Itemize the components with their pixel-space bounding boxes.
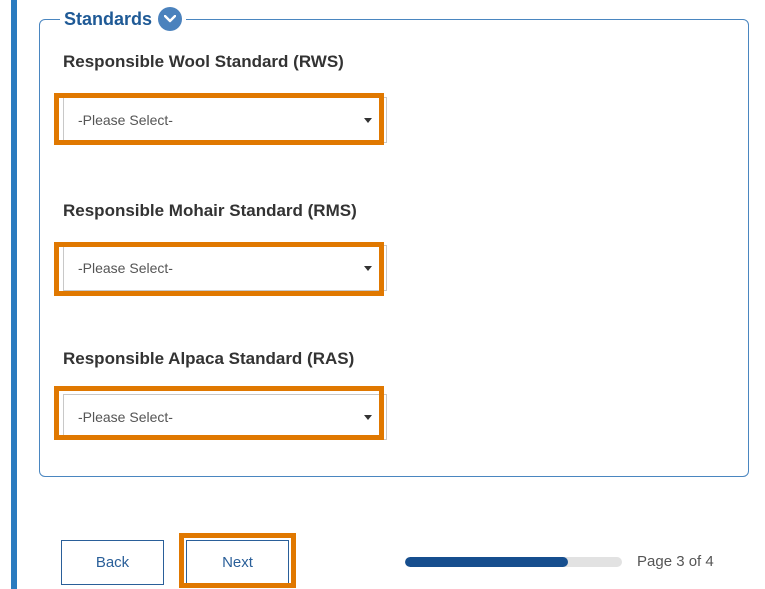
rws-select[interactable]: -Please Select- bbox=[63, 97, 387, 143]
progress-bar-fill bbox=[405, 557, 568, 567]
caret-down-icon bbox=[364, 415, 372, 420]
progress-bar bbox=[405, 557, 622, 567]
ras-label: Responsible Alpaca Standard (RAS) bbox=[63, 349, 355, 368]
rms-select[interactable]: -Please Select- bbox=[63, 245, 387, 291]
ras-select[interactable]: -Please Select- bbox=[63, 394, 387, 440]
rms-label: Responsible Mohair Standard (RMS) bbox=[63, 201, 357, 220]
section-title: Standards bbox=[64, 8, 153, 29]
rms-select-value: -Please Select- bbox=[78, 260, 173, 276]
left-accent-bar bbox=[11, 0, 17, 589]
page-indicator: Page 3 of 4 bbox=[637, 553, 714, 570]
ras-select-value: -Please Select- bbox=[78, 409, 173, 425]
standards-legend[interactable]: Standards bbox=[60, 4, 187, 34]
next-button[interactable]: Next bbox=[186, 540, 289, 585]
caret-down-icon bbox=[364, 118, 372, 123]
caret-down-icon bbox=[364, 266, 372, 271]
chevron-down-circle-icon[interactable] bbox=[158, 7, 183, 31]
rws-label: Responsible Wool Standard (RWS) bbox=[63, 52, 344, 71]
back-button[interactable]: Back bbox=[61, 540, 164, 585]
rws-select-value: -Please Select- bbox=[78, 112, 173, 128]
